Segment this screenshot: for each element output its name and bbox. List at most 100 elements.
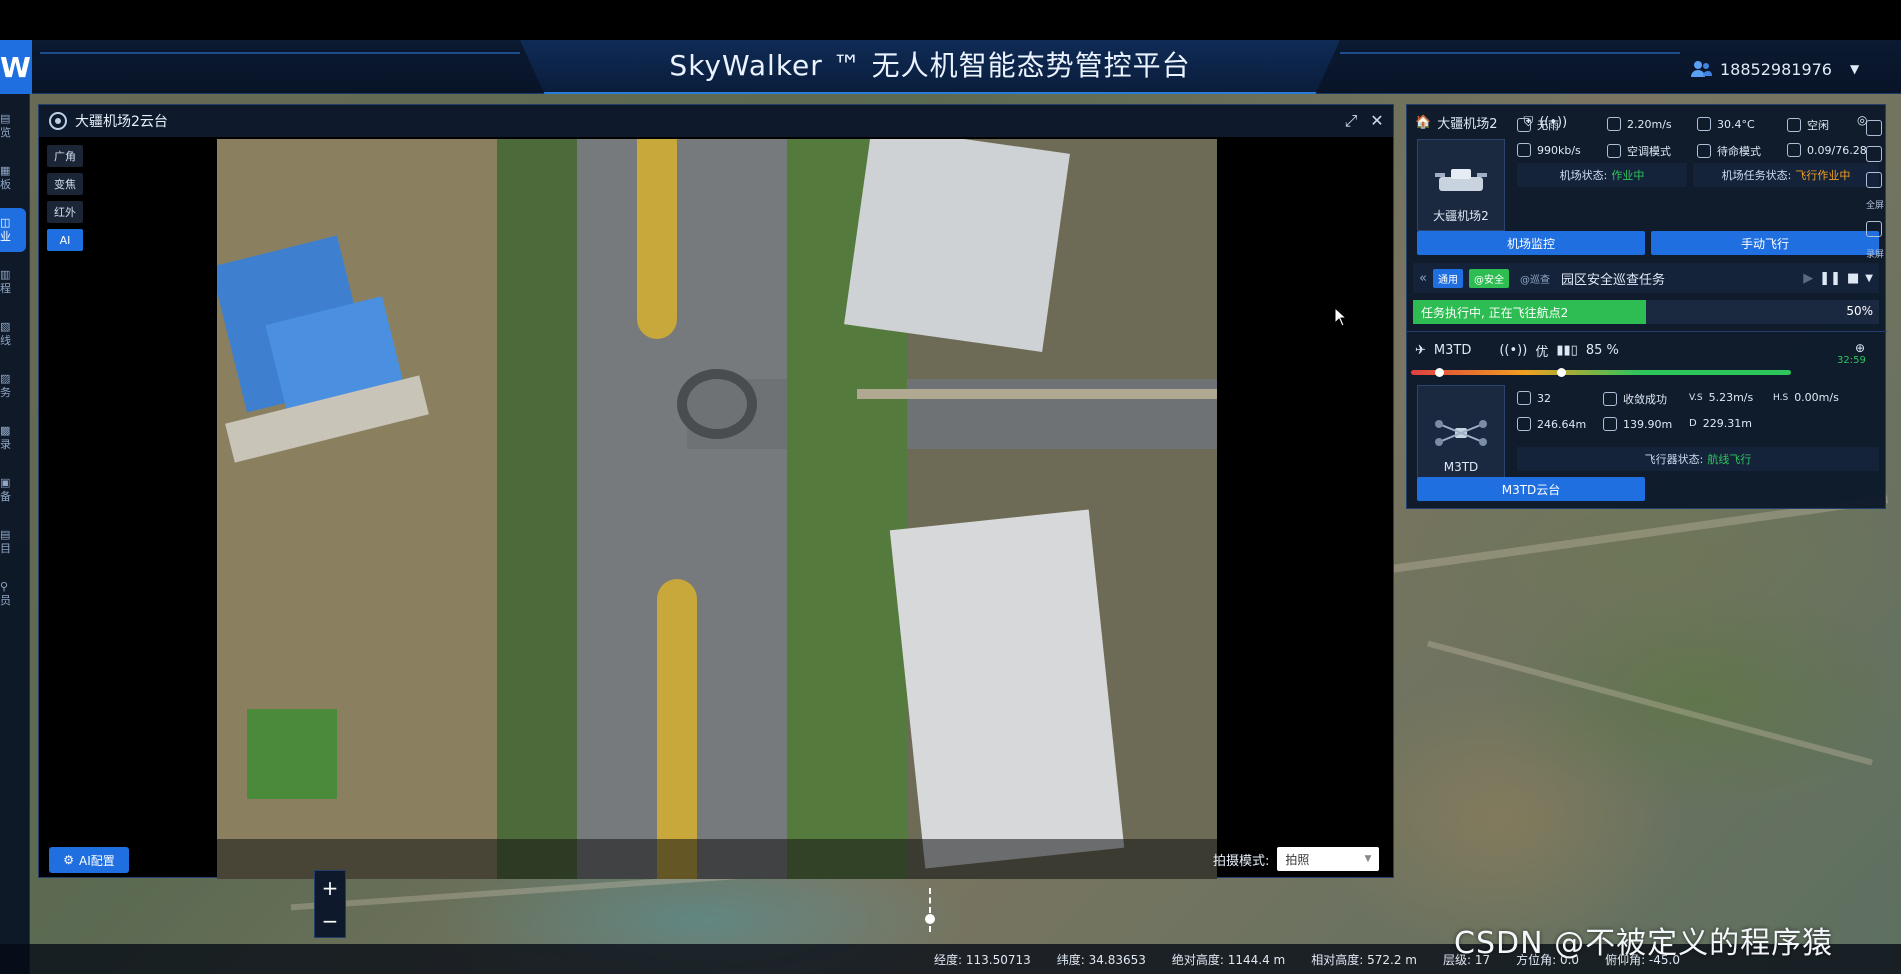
side-label-record: 录屏 bbox=[1865, 250, 1884, 260]
stat-satellites: 32 bbox=[1517, 391, 1551, 405]
side-toolbar: 全屏 录屏 bbox=[1862, 110, 1888, 260]
map-zoom-control: + − bbox=[314, 870, 346, 938]
user-phone: 18852981976 bbox=[1720, 59, 1832, 79]
rail-icon: ▤ bbox=[0, 528, 11, 541]
stat-altitude: 246.64m bbox=[1517, 417, 1586, 431]
rail-item-device[interactable]: ▣ 备 bbox=[0, 468, 26, 512]
thermometer-icon bbox=[1697, 117, 1711, 131]
side-label-fullscreen: 全屏 bbox=[1865, 201, 1884, 211]
fullscreen-icon[interactable]: ⤢ bbox=[1341, 111, 1361, 131]
mode-ai-button[interactable]: AI bbox=[47, 229, 83, 251]
user-icon bbox=[1691, 61, 1712, 77]
video-window-title: 大疆机场2云台 bbox=[75, 114, 168, 130]
shoot-mode-select[interactable]: 拍照 ▼ bbox=[1277, 847, 1380, 871]
feed-median bbox=[637, 139, 677, 339]
dock-thumbnail[interactable]: 大疆机场2 bbox=[1417, 139, 1505, 231]
zoom-in-icon[interactable]: + bbox=[322, 876, 339, 900]
stop-icon[interactable]: ■ bbox=[1847, 271, 1859, 286]
status-latitude: 纬度: 34.83653 bbox=[1056, 952, 1146, 967]
header-deco-line bbox=[1340, 52, 1680, 54]
flight-time: 32:59 bbox=[1837, 355, 1866, 366]
drone-thumbnail[interactable]: M3TD bbox=[1417, 385, 1505, 481]
task-row: « 通用 @安全 @巡查 园区安全巡查任务 ▶ ❚❚ ■ ▼ bbox=[1413, 263, 1879, 293]
signal-quality: 优 bbox=[1535, 345, 1549, 360]
task-tag-general: 通用 bbox=[1432, 268, 1463, 288]
rail-item-operation[interactable]: ◫ 业 bbox=[0, 208, 26, 252]
rail-item-overview[interactable]: ▤ 览 bbox=[0, 104, 26, 148]
settings-icon: ⚙ bbox=[63, 853, 74, 867]
rail-item-record[interactable]: ▩ 录 bbox=[0, 416, 26, 460]
feed-green-plot bbox=[247, 709, 337, 799]
camera-icon[interactable] bbox=[1866, 120, 1882, 136]
stat-horizontal-speed: H.S 0.00m/s bbox=[1773, 391, 1839, 404]
drone-icon: ✈ bbox=[1415, 343, 1426, 358]
back-icon[interactable]: « bbox=[1419, 271, 1427, 286]
rail-icon: ▩ bbox=[0, 424, 11, 437]
rail-icon: ▣ bbox=[0, 476, 11, 489]
signal-knob[interactable] bbox=[1435, 368, 1444, 377]
rail-item-board[interactable]: ▦ 板 bbox=[0, 156, 26, 200]
rtk-icon bbox=[1603, 392, 1617, 406]
record-icon[interactable] bbox=[1866, 221, 1882, 237]
zoom-out-icon[interactable]: − bbox=[322, 909, 339, 933]
shoot-mode-label: 拍摄模式: bbox=[1213, 853, 1270, 869]
chevron-down-icon[interactable]: ▼ bbox=[1865, 273, 1873, 284]
shoot-mode-control: 拍摄模式: 拍照 ▼ bbox=[1213, 847, 1380, 871]
signal-knob[interactable] bbox=[1557, 368, 1566, 377]
relative-altitude-icon bbox=[1603, 417, 1617, 431]
manual-flight-button[interactable]: 手动飞行 bbox=[1651, 231, 1879, 255]
rail-icon: ◫ bbox=[0, 216, 11, 229]
altitude-icon bbox=[1517, 417, 1531, 431]
drone-signal-bar bbox=[1411, 370, 1791, 375]
rail-item-project[interactable]: ▤ 目 bbox=[0, 520, 26, 564]
fullscreen-icon[interactable] bbox=[1866, 172, 1882, 188]
rail-item-route[interactable]: ▧ 线 bbox=[0, 312, 26, 356]
drone-header: ✈ M3TD ((•)) 优 ▮▮▯ 85 % bbox=[1415, 341, 1619, 360]
mode-wide-button[interactable]: 广角 bbox=[47, 145, 83, 167]
task-progress-percent: 50% bbox=[1846, 304, 1873, 318]
dock-monitor-button[interactable]: 机场监控 bbox=[1417, 231, 1645, 255]
rail-item-task[interactable]: ▨ 务 bbox=[0, 364, 26, 408]
stat-temp: 30.4°C bbox=[1697, 117, 1755, 131]
task-name: 园区安全巡查任务 bbox=[1560, 272, 1665, 288]
rail-item-process[interactable]: ▥ 程 bbox=[0, 260, 26, 304]
feed-parking bbox=[857, 389, 1217, 399]
chevron-down-icon: ▼ bbox=[1849, 62, 1860, 76]
dock-name: 大疆机场2 bbox=[1437, 117, 1498, 132]
watermark-text: CSDN @不被定义的程序猿 bbox=[1454, 926, 1834, 961]
play-icon[interactable]: ▶ bbox=[1803, 271, 1813, 286]
shield-icon[interactable] bbox=[1866, 146, 1882, 162]
user-menu[interactable]: 18852981976 ▼ bbox=[1690, 52, 1900, 86]
gimbal-button[interactable]: M3TD云台 bbox=[1417, 477, 1645, 501]
close-icon[interactable]: ✕ bbox=[1367, 111, 1387, 131]
map-route-line bbox=[929, 888, 931, 932]
stat-rtk: 收敛成功 bbox=[1603, 391, 1667, 407]
aerial-video-feed[interactable] bbox=[217, 139, 1217, 879]
locate-icon[interactable]: ⊕ bbox=[1855, 341, 1865, 355]
ai-config-button[interactable]: ⚙ AI配置 bbox=[49, 847, 129, 873]
stat-aircon: 空调模式 bbox=[1607, 143, 1671, 159]
device-panel: 🏠 大疆机场2 ⛨ ((•)) ◎ 大疆机场2 无雨 2.20m/s 30.4°… bbox=[1406, 104, 1887, 509]
feed-tower bbox=[889, 509, 1125, 869]
map-waypoint[interactable] bbox=[925, 914, 935, 924]
rain-icon bbox=[1517, 118, 1531, 132]
space-icon bbox=[1787, 118, 1801, 132]
stat-distance: D 229.31m bbox=[1689, 417, 1752, 430]
feed-roundabout bbox=[677, 369, 757, 439]
rail-item-member[interactable]: ⚲ 员 bbox=[0, 572, 26, 616]
dock-task-status-value: 飞行作业中 bbox=[1795, 169, 1851, 182]
dock-icon: 🏠 bbox=[1415, 115, 1432, 130]
mode-infrared-button[interactable]: 红外 bbox=[47, 201, 83, 223]
mode-zoom-button[interactable]: 变焦 bbox=[47, 173, 83, 195]
pause-icon[interactable]: ❚❚ bbox=[1819, 271, 1841, 286]
app-logo: W bbox=[0, 40, 32, 94]
status-absolute-altitude: 绝对高度: 1144.4 m bbox=[1171, 952, 1286, 967]
left-nav-rail: ▤ 览 ▦ 板 ◫ 业 ▥ 程 ▧ 线 ▨ 务 ▩ 录 ▣ 备 ▤ 目 ⚲ 员 bbox=[0, 94, 30, 974]
stat-network: 990kb/s bbox=[1517, 143, 1581, 157]
rail-icon: ▦ bbox=[0, 164, 11, 177]
rail-icon: ▧ bbox=[0, 320, 11, 333]
drone-status-value: 航线飞行 bbox=[1707, 453, 1752, 466]
drone-status-bar: 飞行器状态: 航线飞行 bbox=[1517, 447, 1879, 471]
top-letterbox bbox=[0, 0, 1901, 40]
aircon-icon bbox=[1607, 144, 1621, 158]
